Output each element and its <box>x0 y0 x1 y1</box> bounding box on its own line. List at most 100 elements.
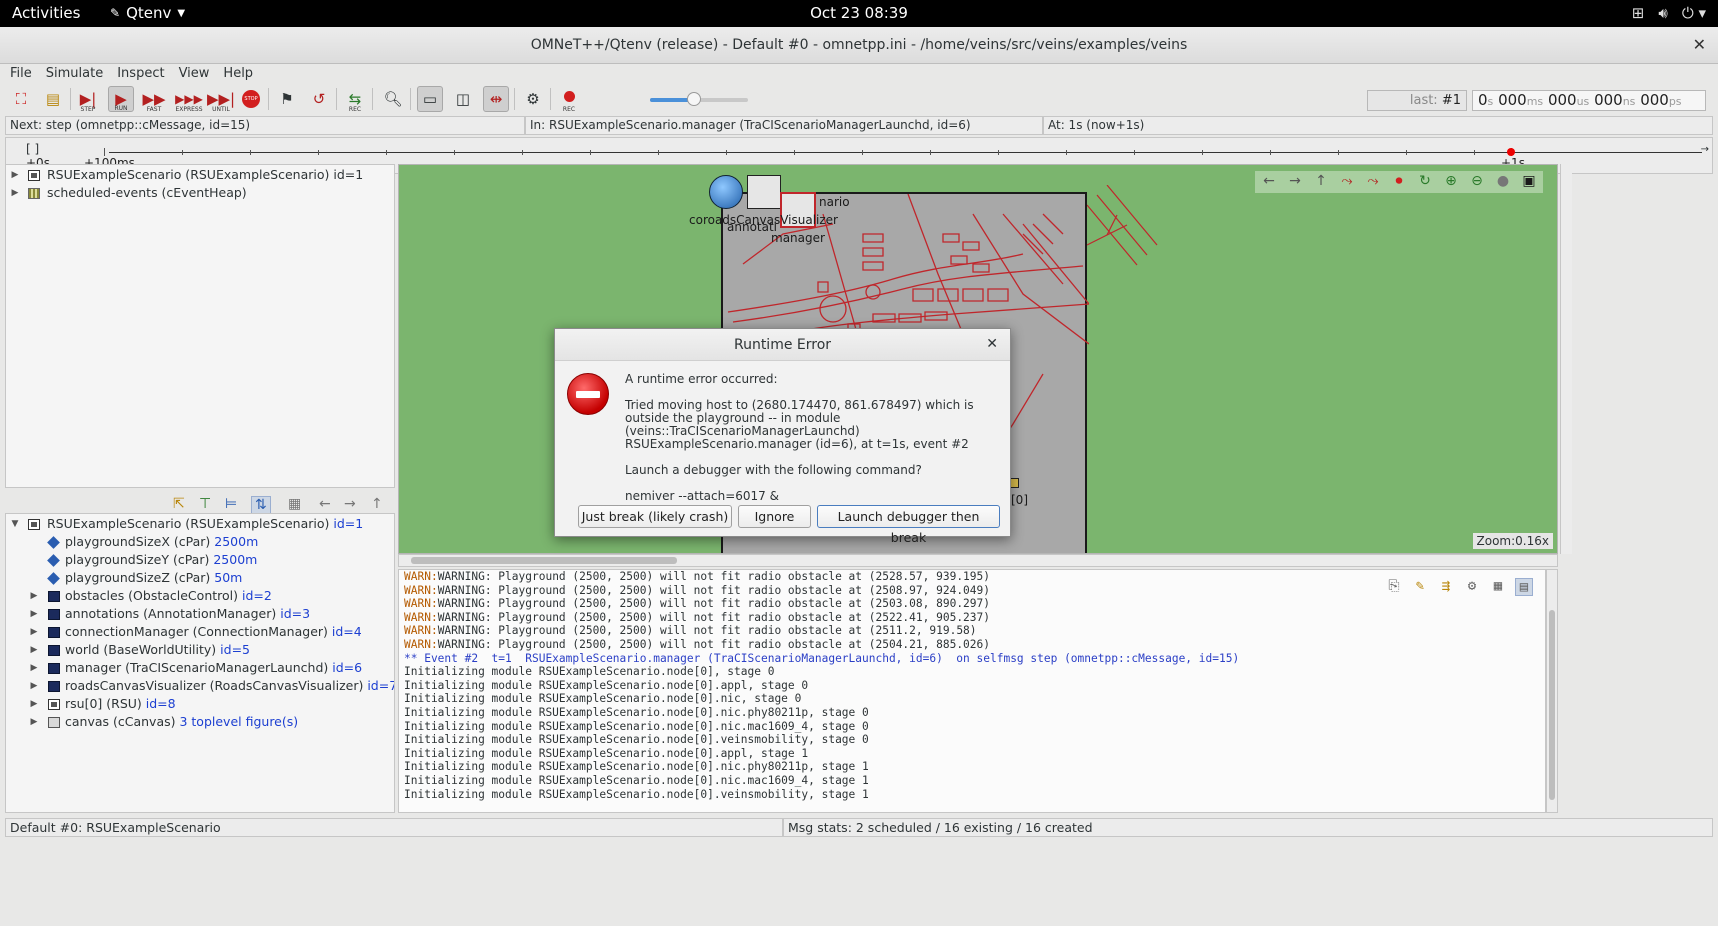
tree-item-label: scheduled-events (cEventHeap) <box>47 185 247 200</box>
obstacles-icon[interactable] <box>747 175 781 209</box>
event-recording-button[interactable]: ⇆ REC <box>342 86 368 113</box>
scrollbar-thumb[interactable] <box>411 557 677 564</box>
express-button[interactable]: ▶▶▶ EXPRESS <box>174 86 204 113</box>
tree-item-id: id=1 <box>333 167 364 182</box>
expand-icon[interactable]: ▶ <box>28 641 40 659</box>
fast-button[interactable]: ▶▶ FAST <box>141 86 167 113</box>
tree-row[interactable]: ▼ RSUExampleScenario (RSUExampleScenario… <box>6 515 394 533</box>
activities-button[interactable]: Activities <box>12 4 80 22</box>
forward-icon[interactable]: → <box>344 496 356 512</box>
ignore-button[interactable]: Ignore <box>738 505 811 528</box>
world-globe-icon[interactable] <box>709 175 743 209</box>
expand-icon[interactable]: ▶ <box>28 677 40 695</box>
show-labels-icon[interactable]: ● <box>1493 173 1513 191</box>
expand-icon[interactable]: ▶ <box>28 713 40 731</box>
messages-view-icon[interactable]: ▦ <box>1489 578 1507 596</box>
menu-file[interactable]: File <box>10 64 32 84</box>
back-icon[interactable]: ← <box>1259 173 1279 191</box>
inheritance-view-icon[interactable]: ▦ <box>288 496 301 512</box>
tree-row[interactable]: ▶ scheduled-events (cEventHeap) <box>6 184 394 202</box>
fast-icon: ▶▶ <box>142 89 166 108</box>
conclude-button[interactable]: ⚑ <box>274 86 300 112</box>
relayout-icon[interactable]: ↻ <box>1415 173 1435 191</box>
zoom-in-icon[interactable]: ⊕ <box>1441 173 1461 191</box>
animation-speed-slider[interactable] <box>650 92 748 106</box>
filter-icon[interactable]: ⇶ <box>1437 578 1455 596</box>
record-video-button[interactable]: REC <box>556 86 582 113</box>
slider-knob[interactable] <box>687 92 702 106</box>
timeline-toggle-button[interactable]: ⇹ <box>483 86 509 112</box>
gear-icon[interactable]: ⚙ <box>1463 578 1481 596</box>
parameter-icon <box>47 536 60 549</box>
preferences-button[interactable]: ⚙ <box>520 86 546 112</box>
expand-icon[interactable]: ▶ <box>28 695 40 713</box>
run-button[interactable]: ▶ RUN <box>108 86 134 112</box>
system-tray[interactable]: ⊞ 🔊︎ ⏻ ▾ <box>1632 4 1706 22</box>
until-label: UNTIL <box>212 106 230 113</box>
clock[interactable]: Oct 23 08:39 <box>0 4 1718 22</box>
param-row[interactable]: playgroundSizeX (cPar) 2500m <box>6 533 394 551</box>
network-horizontal-scrollbar[interactable] <box>398 554 1558 567</box>
tree-row[interactable]: ▶ manager (TraCIScenarioManagerLaunchd) … <box>6 659 394 677</box>
load-ned-button[interactable]: ▤ <box>40 86 66 112</box>
tree-row[interactable]: ▶ roadsCanvasVisualizer (RoadsCanvasVisu… <box>6 677 394 695</box>
find-button[interactable]: 🔍︎ <box>380 86 406 112</box>
window-close-icon[interactable]: ✕ <box>1693 35 1706 54</box>
flat-view-icon[interactable]: ⊨ <box>225 496 237 512</box>
step-out-icon[interactable]: ⤳ <box>1363 173 1383 191</box>
tree-row[interactable]: ▶ obstacles (ObstacleControl) id=2 <box>6 587 394 605</box>
error-message: A runtime error occurred: Tried moving h… <box>625 372 974 503</box>
expand-icon[interactable]: ▶ <box>28 605 40 623</box>
menu-help[interactable]: Help <box>223 64 253 84</box>
copy-icon[interactable]: ⎘ <box>1385 578 1403 596</box>
up-icon[interactable]: ↑ <box>1311 173 1331 191</box>
tree-row[interactable]: ▶ connectionManager (ConnectionManager) … <box>6 623 394 641</box>
expand-icon[interactable]: ▶ <box>28 587 40 605</box>
log-line: Initializing module RSUExampleScenario.n… <box>399 665 1545 679</box>
children-view-icon[interactable]: ⇅ <box>251 496 271 514</box>
tree-row[interactable]: ▶ rsu[0] (RSU) id=8 <box>6 695 394 713</box>
menu-inspect[interactable]: Inspect <box>117 64 164 84</box>
event-marker[interactable] <box>1507 148 1515 156</box>
zoom-out-icon[interactable]: ⊖ <box>1467 173 1487 191</box>
just-break-button[interactable]: Just break (likely crash) <box>578 505 732 528</box>
expand-icon[interactable]: ▶ <box>9 184 21 202</box>
module-view-icon[interactable]: ▣ <box>1519 173 1539 191</box>
param-row[interactable]: playgroundSizeZ (cPar) 50m <box>6 569 394 587</box>
step-button[interactable]: ▶| STEP <box>75 86 101 113</box>
stop-button[interactable]: STOP <box>238 86 264 112</box>
layout-vertical-button[interactable]: ◫ <box>450 86 476 112</box>
log-view-icon[interactable]: ▤ <box>1515 578 1533 596</box>
tree-row[interactable]: ▶ RSUExampleScenario (RSUExampleScenario… <box>6 166 394 184</box>
back-icon[interactable]: ← <box>319 496 331 512</box>
new-network-button[interactable]: ⛶ <box>8 86 34 112</box>
find-icon[interactable]: ✎ <box>1411 578 1429 596</box>
up-icon[interactable]: ↑ <box>371 496 383 512</box>
collapse-icon[interactable]: ▼ <box>9 515 21 533</box>
stop-icon[interactable]: ⏺ <box>1389 173 1409 191</box>
tree-row[interactable]: ▶ annotations (AnnotationManager) id=3 <box>6 605 394 623</box>
rebuild-button[interactable]: ↺ <box>306 86 332 112</box>
tree-row[interactable]: ▶ canvas (cCanvas) 3 toplevel figure(s) <box>6 713 394 731</box>
close-icon[interactable]: ✕ <box>986 336 998 352</box>
tree-row[interactable]: ▶ world (BaseWorldUtility) id=5 <box>6 641 394 659</box>
go-to-parent-icon[interactable]: ⇱ <box>173 496 185 512</box>
step-into-icon[interactable]: ⤳ <box>1337 173 1357 191</box>
until-button[interactable]: ▶▶| UNTIL <box>207 86 235 113</box>
launch-debugger-button[interactable]: Launch debugger then break <box>817 505 1000 545</box>
app-menu[interactable]: ✎ Qtenv ▼ <box>110 4 185 22</box>
scrollbar-thumb[interactable] <box>1549 610 1555 800</box>
expand-icon[interactable]: ▶ <box>9 166 21 184</box>
expand-icon[interactable]: ▶ <box>28 623 40 641</box>
network-vertical-scrollbar[interactable] <box>1560 164 1572 554</box>
tree-item-id: id=3 <box>280 606 311 621</box>
param-row[interactable]: playgroundSizeY (cPar) 2500m <box>6 551 394 569</box>
log-vertical-scrollbar[interactable] <box>1546 569 1558 813</box>
grouped-view-icon[interactable]: ⊤ <box>199 496 211 512</box>
layout-horizontal-button[interactable]: ▭ <box>417 86 443 112</box>
expand-icon[interactable]: ▶ <box>28 659 40 677</box>
menu-view[interactable]: View <box>179 64 210 84</box>
forward-icon[interactable]: → <box>1285 173 1305 191</box>
log-view[interactable]: WARN:WARNING: Playground (2500, 2500) wi… <box>398 569 1546 813</box>
menu-simulate[interactable]: Simulate <box>46 64 103 84</box>
